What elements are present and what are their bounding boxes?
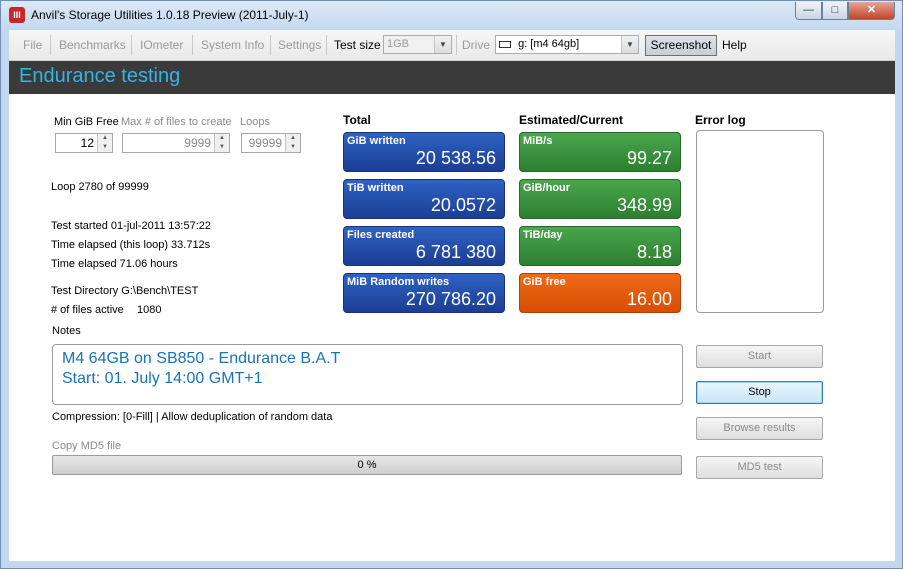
menu-benchmarks[interactable]: Benchmarks <box>59 38 126 52</box>
tile-label: GiB free <box>523 276 566 288</box>
tile-label: GiB/hour <box>523 182 571 194</box>
spinner-arrows-icon[interactable]: ▲ ▼ <box>285 134 300 152</box>
tile-value: 20.0572 <box>430 195 496 215</box>
window-title: Anvil's Storage Utilities 1.0.18 Preview… <box>31 8 309 22</box>
tile-gib-per-hour: GiB/hour 348.99 <box>519 179 681 219</box>
files-active-value: 1080 <box>137 304 162 316</box>
drive-label: Drive <box>462 38 491 52</box>
menu-separator <box>131 35 132 55</box>
tile-value: 348.99 <box>616 195 672 215</box>
tile-value: 6 781 380 <box>415 242 496 262</box>
notes-textarea[interactable]: M4 64GB on SB850 - Endurance B.A.T Start… <box>52 344 683 405</box>
tile-gib-free: GiB free 16.00 <box>519 273 681 313</box>
loops-label: Loops <box>240 116 270 128</box>
chevron-down-icon[interactable]: ▼ <box>621 36 638 53</box>
test-size-value: 1GB <box>387 38 410 50</box>
tile-label: Files created <box>347 229 415 241</box>
error-log-heading: Error log <box>695 113 746 127</box>
menu-separator <box>270 35 271 55</box>
loops-stepper[interactable]: 99999 ▲ ▼ <box>241 133 301 153</box>
error-log-box[interactable] <box>696 130 824 313</box>
min-gib-free-value: 12 <box>80 136 94 150</box>
menu-separator <box>192 35 193 55</box>
tile-value: 16.00 <box>626 289 672 309</box>
tile-value: 20 538.56 <box>415 148 496 168</box>
notes-label: Notes <box>52 325 81 337</box>
anvil-app-icon[interactable]: III <box>9 7 25 23</box>
test-directory: Test Directory G:\Bench\TEST <box>51 285 199 297</box>
drive-value: g: [m4 64gb] <box>518 38 580 50</box>
browse-results-button[interactable]: Browse results <box>696 417 823 440</box>
time-elapsed-loop: Time elapsed (this loop) 33.712s <box>51 239 211 251</box>
page-title: Endurance testing <box>19 65 181 87</box>
tile-random-writes: MiB Random writes 270 786.20 <box>343 273 505 313</box>
md5-test-button[interactable]: MD5 test <box>696 456 823 479</box>
tile-tib-written: TiB written 20.0572 <box>343 179 505 219</box>
progress-text: 0 % <box>357 459 377 471</box>
drive-icon <box>499 40 511 48</box>
spinner-arrows-icon[interactable]: ▲ ▼ <box>97 134 112 152</box>
spinner-arrows-icon[interactable]: ▲ ▼ <box>214 134 229 152</box>
max-files-stepper[interactable]: 9999 ▲ ▼ <box>122 133 230 153</box>
drive-select[interactable]: g: [m4 64gb] ▼ <box>495 35 639 54</box>
loops-value: 99999 <box>248 136 282 150</box>
menu-system-info[interactable]: System Info <box>201 38 264 52</box>
stop-button[interactable]: Stop <box>696 381 823 404</box>
title-bar[interactable]: III Anvil's Storage Utilities 1.0.18 Pre… <box>1 1 902 29</box>
estimated-heading: Estimated/Current <box>519 113 624 127</box>
menu-settings[interactable]: Settings <box>278 38 321 52</box>
notes-line: M4 64GB on SB850 - Endurance B.A.T <box>62 350 341 367</box>
tile-gib-written: GiB written 20 538.56 <box>343 132 505 172</box>
min-gib-free-stepper[interactable]: 12 ▲ ▼ <box>55 133 113 153</box>
tile-tib-per-day: TiB/day 8.18 <box>519 226 681 266</box>
menu-iometer[interactable]: IOmeter <box>140 38 183 52</box>
copy-md5-label: Copy MD5 file <box>52 440 122 452</box>
menu-help[interactable]: Help <box>722 38 747 52</box>
tile-label: MiB Random writes <box>347 276 450 288</box>
tile-value: 99.27 <box>626 148 672 168</box>
tile-value: 270 786.20 <box>405 289 496 309</box>
maximize-button[interactable]: □ <box>822 2 848 20</box>
close-button[interactable]: ✕ <box>848 2 895 20</box>
menu-file[interactable]: File <box>23 38 42 52</box>
tile-label: MiB/s <box>523 135 553 147</box>
min-gib-free-label: Min GiB Free <box>54 116 119 128</box>
tile-label: GiB written <box>347 135 406 147</box>
menu-separator <box>50 35 51 55</box>
test-started: Test started 01-jul-2011 13:57:22 <box>51 220 212 232</box>
start-button[interactable]: Start <box>696 345 823 368</box>
max-files-value: 9999 <box>184 136 211 150</box>
max-files-label: Max # of files to create <box>121 116 232 128</box>
tile-mib-per-sec: MiB/s 99.27 <box>519 132 681 172</box>
compression-info: Compression: [0-Fill] | Allow deduplicat… <box>52 411 333 423</box>
totals-heading: Total <box>343 113 371 127</box>
screenshot-button[interactable]: Screenshot <box>645 35 717 56</box>
main-content: Min GiB Free Max # of files to create Lo… <box>9 94 895 561</box>
app-window: III Anvil's Storage Utilities 1.0.18 Pre… <box>0 0 903 569</box>
menu-separator <box>326 35 327 55</box>
page-header: Endurance testing <box>9 61 895 94</box>
test-size-select[interactable]: 1GB ▼ <box>383 35 452 54</box>
chevron-down-icon[interactable]: ▼ <box>434 36 451 53</box>
tile-label: TiB/day <box>523 229 563 241</box>
notes-line: Start: 01. July 14:00 GMT+1 <box>62 370 263 387</box>
md5-progress-bar: 0 % <box>52 455 682 475</box>
tile-value: 8.18 <box>636 242 672 262</box>
tile-label: TiB written <box>347 182 404 194</box>
test-size-label: Test size <box>334 38 381 52</box>
minimize-button[interactable]: — <box>795 2 822 20</box>
menu-bar: File Benchmarks IOmeter System Info Sett… <box>9 30 895 61</box>
menu-separator <box>456 35 457 55</box>
time-elapsed-total: Time elapsed 71.06 hours <box>51 258 178 270</box>
files-active-label: # of files active <box>51 304 124 316</box>
tile-files-created: Files created 6 781 380 <box>343 226 505 266</box>
loop-counter: Loop 2780 of 99999 <box>51 181 149 193</box>
